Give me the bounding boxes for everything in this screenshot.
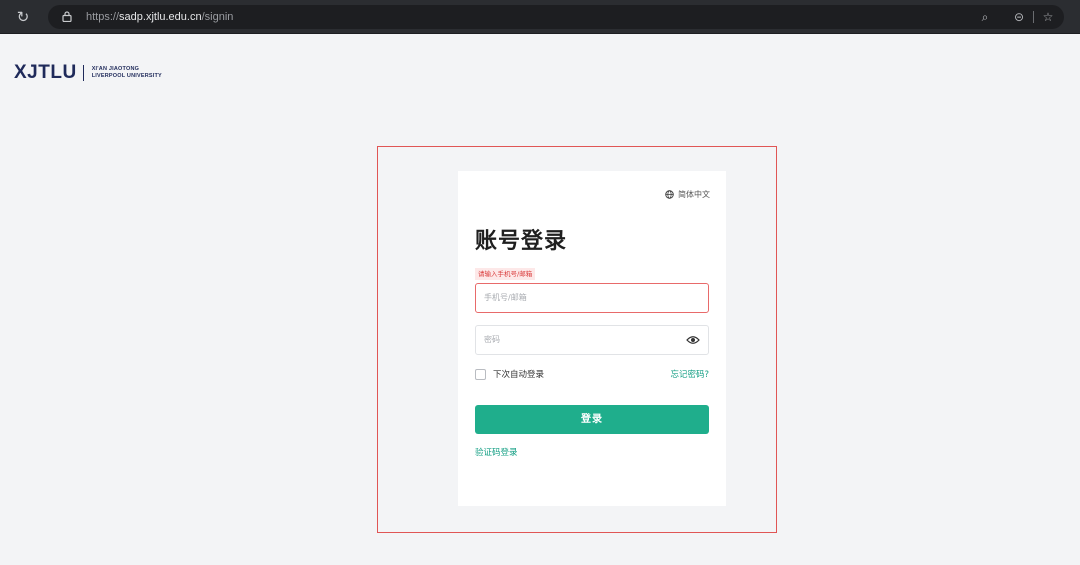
star-icon[interactable]: ☆ [1040,9,1056,25]
url-text: https://sadp.xjtlu.edu.cn/signin [86,10,233,24]
password-input[interactable]: 密码 [475,325,709,355]
login-card: 简体中文 账号登录 请输入手机号/邮箱 手机号/邮箱 密码 下次自动登录 忘记密… [458,171,726,506]
logo-subtitle-line1: XI'AN JIAOTONG [91,66,140,72]
logo-subtitle-line2: LIVERPOOL UNIVERSITY [91,73,162,79]
url-host: sadp.xjtlu.edu.cn [119,11,202,23]
globe-icon [665,190,674,199]
address-bar-actions: ⌕ ⊝ ☆ [967,9,1056,25]
lock-icon[interactable] [62,11,72,22]
password-placeholder: 密码 [484,335,500,344]
account-input[interactable]: 手机号/邮箱 [475,283,709,313]
url-scheme: https:// [86,11,120,23]
university-logo: XJTLU XI'AN JIAOTONG LIVERPOOL UNIVERSIT… [14,62,162,84]
code-login-link[interactable]: 验证码登录 [475,446,518,458]
forgot-password-link[interactable]: 忘记密码? [670,368,709,380]
page-title: 账号登录 [475,229,568,254]
url-path: /signin [201,11,234,23]
language-label: 简体中文 [678,190,710,199]
toolbar-divider [1033,11,1034,23]
zoom-icon[interactable]: ⌕ [977,9,993,25]
account-placeholder: 手机号/邮箱 [484,293,527,302]
remember-checkbox[interactable] [475,368,486,380]
browser-toolbar: ↻ https://sadp.xjtlu.edu.cn/signin ⌕ ⊝ ☆ [0,0,1080,34]
language-switch[interactable]: 简体中文 [665,189,710,200]
logo-divider [82,65,84,81]
reload-icon[interactable]: ↻ [14,8,32,26]
address-bar[interactable]: https://sadp.xjtlu.edu.cn/signin ⌕ ⊝ ☆ [48,5,1064,29]
logo-wordmark: XJTLU [14,62,77,83]
validation-error: 请输入手机号/邮箱 [475,268,536,280]
account-icon[interactable]: ⊝ [1011,9,1027,25]
logo-subtitle: XI'AN JIAOTONG LIVERPOOL UNIVERSITY [92,66,162,80]
remember-me[interactable]: 下次自动登录 [475,368,544,380]
eye-icon[interactable] [686,334,700,346]
remember-label: 下次自动登录 [493,370,545,380]
login-button[interactable]: 登录 [475,405,709,434]
